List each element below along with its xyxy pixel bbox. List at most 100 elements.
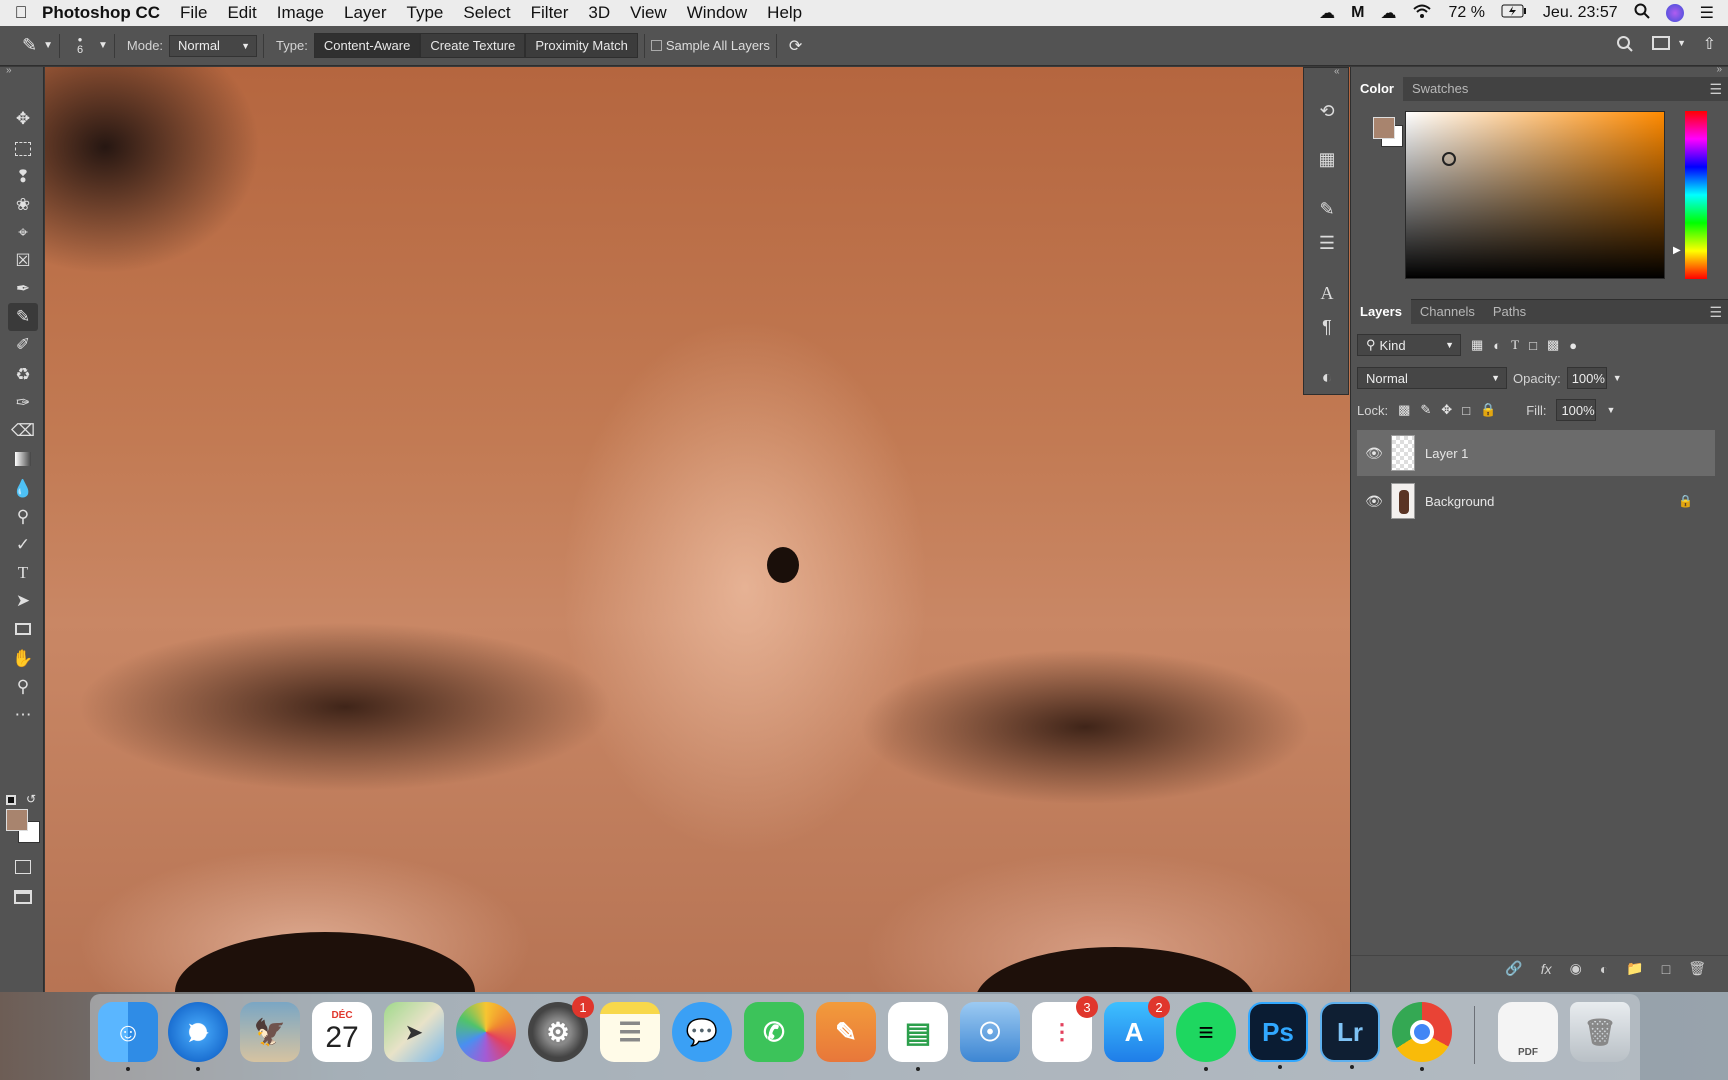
- lock-pixels-icon[interactable]: ✎: [1420, 402, 1431, 418]
- hue-slider[interactable]: [1685, 111, 1707, 279]
- menu-image[interactable]: Image: [277, 3, 324, 23]
- brush-chevron-down-icon[interactable]: ▼: [98, 40, 108, 51]
- collapse-arrows-icon[interactable]: »: [1716, 64, 1722, 75]
- foreground-color-chip[interactable]: [1373, 117, 1395, 139]
- filter-adjustment-icon[interactable]: ◐: [1493, 338, 1501, 353]
- hue-slider-handle-icon[interactable]: ▶: [1673, 245, 1681, 256]
- brush-size-picker[interactable]: ● 6: [66, 35, 94, 56]
- link-layers-icon[interactable]: 🔗: [1505, 960, 1522, 977]
- menu-layer[interactable]: Layer: [344, 3, 387, 23]
- sample-all-layers-checkbox[interactable]: [650, 40, 662, 51]
- maps-icon[interactable]: ➤: [384, 1002, 444, 1062]
- fill-input[interactable]: 100%: [1556, 399, 1597, 421]
- trash-icon[interactable]: 🗑: [1570, 1002, 1630, 1062]
- layer-name[interactable]: Layer 1: [1425, 446, 1468, 461]
- menu-edit[interactable]: Edit: [227, 3, 256, 23]
- pen-tool-icon[interactable]: ✓: [8, 531, 38, 559]
- spotify-icon[interactable]: ≡: [1176, 1002, 1236, 1071]
- paragraph-panel-icon[interactable]: ¶: [1314, 314, 1340, 340]
- panel-menu-icon[interactable]: ☰: [1709, 304, 1722, 321]
- filter-type-icon[interactable]: T: [1511, 337, 1519, 353]
- content-aware-button[interactable]: Content-Aware: [313, 33, 421, 58]
- new-layer-icon[interactable]: □: [1662, 961, 1670, 977]
- preview-photo-icon[interactable]: 🦅: [240, 1002, 300, 1062]
- lock-artboard-icon[interactable]: □: [1462, 403, 1470, 418]
- dodge-tool-icon[interactable]: ⚲: [8, 503, 38, 531]
- lock-all-icon[interactable]: 🔒: [1480, 402, 1496, 418]
- layer-style-fx-icon[interactable]: fx: [1541, 961, 1552, 977]
- styles-panel-icon[interactable]: ◐: [1314, 364, 1340, 390]
- default-colors-icon[interactable]: [6, 795, 16, 805]
- filter-kind-select[interactable]: ⚲ Kind ▼: [1357, 334, 1461, 356]
- menu-3d[interactable]: 3D: [588, 3, 610, 23]
- apple-menu-icon[interactable]: : [0, 3, 42, 23]
- tab-swatches[interactable]: Swatches: [1403, 76, 1477, 101]
- creative-cloud-icon[interactable]: ☁: [1319, 3, 1335, 23]
- menu-help[interactable]: Help: [767, 3, 802, 23]
- proximity-match-button[interactable]: Proximity Match: [525, 33, 638, 58]
- menu-window[interactable]: Window: [687, 3, 747, 23]
- eyedropper-tool-icon[interactable]: ✒: [8, 275, 38, 303]
- safari-icon[interactable]: ➤: [168, 1002, 228, 1071]
- wifi-icon[interactable]: [1412, 3, 1432, 24]
- menu-type[interactable]: Type: [407, 3, 444, 23]
- pdf-document-icon[interactable]: PDF: [1498, 1002, 1558, 1062]
- chrome-icon[interactable]: [1392, 1002, 1452, 1071]
- color-spectrum-field[interactable]: [1405, 111, 1665, 279]
- collapse-arrows-icon[interactable]: »: [6, 65, 12, 76]
- system-preferences-icon[interactable]: ⚙ 1: [528, 996, 594, 1062]
- notification-center-icon[interactable]: ☰: [1700, 3, 1714, 23]
- siri-icon[interactable]: [1665, 4, 1684, 22]
- zoom-tool-icon[interactable]: ⚲: [8, 673, 38, 701]
- delete-layer-trash-icon[interactable]: 🗑: [1688, 960, 1706, 977]
- pressure-size-icon[interactable]: ⟳: [789, 36, 802, 56]
- filter-shape-icon[interactable]: □: [1529, 338, 1537, 353]
- visibility-eye-icon[interactable]: 👁: [1357, 493, 1391, 510]
- filter-toggle-icon[interactable]: ●: [1569, 338, 1577, 353]
- tab-paths[interactable]: Paths: [1484, 299, 1535, 324]
- clone-stamp-tool-icon[interactable]: ♻: [8, 361, 38, 389]
- layer-row-background[interactable]: 👁 Background 🔒: [1357, 478, 1715, 524]
- adjustments-panel-icon[interactable]: ☰: [1314, 230, 1340, 256]
- malwarebytes-icon[interactable]: M: [1351, 4, 1364, 22]
- tool-preset-chevron-down-icon[interactable]: ▼: [43, 40, 53, 51]
- facetime-icon[interactable]: ✆: [744, 1002, 804, 1062]
- character-panel-icon[interactable]: A: [1314, 280, 1340, 306]
- color-picker-circle[interactable]: [1442, 152, 1456, 166]
- new-group-folder-icon[interactable]: 📁: [1626, 960, 1643, 977]
- add-mask-icon[interactable]: ◉: [1570, 960, 1582, 977]
- lasso-tool-icon[interactable]: ❢: [8, 163, 38, 191]
- new-adjustment-layer-icon[interactable]: ◐: [1600, 961, 1608, 977]
- photoshop-icon[interactable]: Ps: [1248, 1002, 1308, 1069]
- lock-transparency-icon[interactable]: ▩: [1398, 402, 1410, 418]
- filter-smart-object-icon[interactable]: ▩: [1547, 337, 1559, 353]
- battery-icon[interactable]: [1501, 4, 1527, 23]
- reminders-icon[interactable]: ⋮ 3: [1032, 996, 1098, 1062]
- blur-tool-icon[interactable]: 💧: [8, 475, 38, 503]
- more-tools-icon[interactable]: ⋯: [8, 701, 38, 729]
- gradient-tool-icon[interactable]: [8, 445, 38, 473]
- app-store-icon[interactable]: A 2: [1104, 996, 1170, 1062]
- opacity-input[interactable]: 100%: [1566, 367, 1607, 389]
- opacity-chevron-down-icon[interactable]: ▼: [1613, 373, 1622, 383]
- mode-select[interactable]: Normal ▼: [169, 34, 258, 57]
- screen-mode-icon[interactable]: [8, 883, 38, 911]
- layer-row-layer-1[interactable]: 👁 Layer 1: [1357, 430, 1715, 476]
- foreground-color-swatch[interactable]: [6, 809, 28, 831]
- share-icon[interactable]: ⇧: [1703, 34, 1716, 54]
- swap-colors-icon[interactable]: ↺: [26, 792, 36, 806]
- fill-chevron-down-icon[interactable]: ▼: [1606, 405, 1615, 415]
- tab-channels[interactable]: Channels: [1411, 299, 1484, 324]
- collapse-arrows-icon[interactable]: «: [1334, 66, 1340, 77]
- brushes-panel-icon[interactable]: ✎: [1314, 196, 1340, 222]
- crop-tool-icon[interactable]: ⌖: [8, 219, 38, 247]
- messages-icon[interactable]: 💬: [672, 1002, 732, 1062]
- photos-icon[interactable]: [456, 1002, 516, 1062]
- type-tool-icon[interactable]: T: [8, 559, 38, 587]
- create-texture-button[interactable]: Create Texture: [420, 33, 526, 58]
- workspace-icon[interactable]: [1652, 36, 1670, 50]
- workspace-chevron-down-icon[interactable]: ▼: [1677, 38, 1686, 48]
- quick-mask-icon[interactable]: [8, 853, 38, 881]
- pages-icon[interactable]: ✎: [816, 1002, 876, 1062]
- tab-color[interactable]: Color: [1351, 76, 1403, 101]
